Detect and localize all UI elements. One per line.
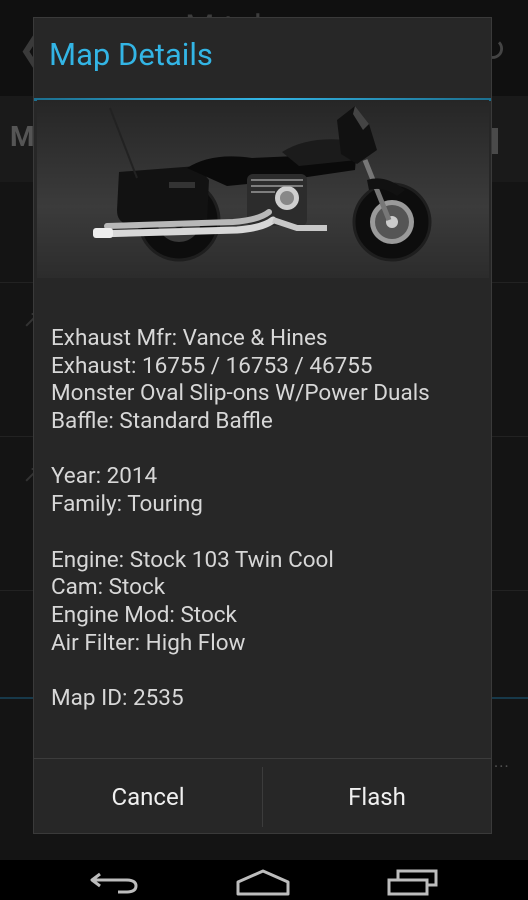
background-overflow-icon: ... xyxy=(494,752,510,771)
recent-apps-icon[interactable] xyxy=(386,868,440,896)
back-icon[interactable] xyxy=(88,868,142,894)
info-map-id: Map ID: 2535 xyxy=(51,685,184,711)
info-baffle: Baffle: Standard Baffle xyxy=(51,408,273,434)
info-engine: Engine: Stock 103 Twin Cool xyxy=(51,547,334,573)
info-exhaust-mfr: Exhaust Mfr: Vance & Hines xyxy=(51,325,328,351)
home-icon[interactable] xyxy=(234,868,292,896)
map-details-dialog: Map Details Exhaust Mfr: Vance & Hines E… xyxy=(33,17,492,834)
info-air-filter: Air Filter: High Flow xyxy=(51,630,246,656)
motorcycle-image xyxy=(37,100,489,278)
system-navigation-bar xyxy=(0,860,528,900)
info-exhaust-model: Monster Oval Slip-ons W/Power Duals xyxy=(51,380,430,406)
flash-button[interactable]: Flash xyxy=(263,759,491,834)
info-engine-mod: Engine Mod: Stock xyxy=(51,602,237,628)
dialog-button-bar: Cancel Flash xyxy=(34,758,491,834)
info-year: Year: 2014 xyxy=(51,463,158,489)
cancel-button[interactable]: Cancel xyxy=(34,759,262,834)
background-tab-label: M xyxy=(10,120,35,153)
dialog-title: Map Details xyxy=(49,36,213,73)
info-family: Family: Touring xyxy=(51,491,203,517)
info-cam: Cam: Stock xyxy=(51,574,166,600)
info-exhaust-part: Exhaust: 16755 / 16753 / 46755 xyxy=(51,353,373,379)
